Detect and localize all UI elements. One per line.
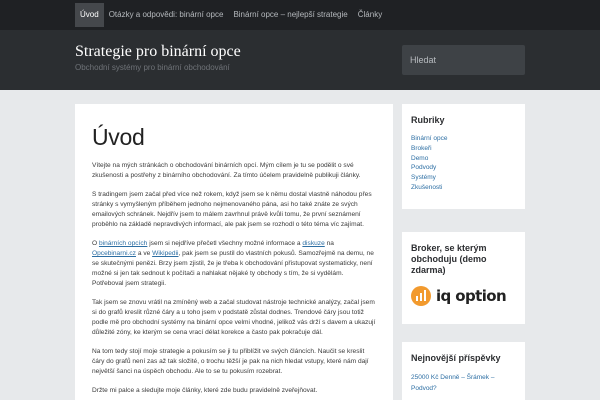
widget-recent-posts: Nejnovější příspěvky 25000 Kč Denně – Šr… xyxy=(402,342,525,400)
text-segment: a ve xyxy=(135,250,153,257)
paragraph-research: O binárních opcích jsem si nejdříve přeč… xyxy=(92,239,376,289)
paragraph-closing: Držte mi palce a sledujte moje články, k… xyxy=(92,387,318,394)
main-content: Úvod Vítejte na mých stránkách o obchodo… xyxy=(75,104,393,400)
iq-option-logo-text: iq option xyxy=(436,287,507,305)
site-tagline: Obchodní systémy pro binární obchodování xyxy=(75,63,230,72)
category-item[interactable]: Demo xyxy=(411,154,516,164)
search-input[interactable] xyxy=(402,45,525,75)
category-item[interactable]: Binární opce xyxy=(411,134,516,144)
page-title: Úvod xyxy=(92,124,145,150)
top-navigation: Úvod Otázky a odpovědi: binární opce Bin… xyxy=(0,0,600,30)
paragraph-start: S tradingem jsem začal před více než rok… xyxy=(92,191,372,228)
widget-title: Rubriky xyxy=(411,115,445,125)
text-segment: O xyxy=(92,240,99,247)
category-item[interactable]: Zkušenosti xyxy=(411,183,516,193)
category-item[interactable]: Systémy xyxy=(411,173,516,183)
nav-item-otazky[interactable]: Otázky a odpovědi: binární opce xyxy=(104,3,229,27)
category-item[interactable]: Brokeři xyxy=(411,144,516,154)
paragraph-analysis: Tak jsem se znovu vrátil na zmíněný web … xyxy=(92,299,376,336)
recent-post-item[interactable]: 25000 Kč Denně – Šrámek – xyxy=(411,372,516,383)
link-opcebinarni[interactable]: Opcebinarni.cz xyxy=(92,250,136,257)
nav-item-uvod[interactable]: Úvod xyxy=(75,3,104,27)
link-wikipedie[interactable]: Wikipedii xyxy=(152,250,178,257)
nav-item-clanky[interactable]: Články xyxy=(353,3,387,27)
widget-title: Nejnovější příspěvky xyxy=(411,353,501,363)
recent-posts-list: 25000 Kč Denně – Šrámek – Podvod? xyxy=(411,372,516,394)
paragraph-intro: Vítejte na mých stránkách o obchodování … xyxy=(92,162,361,179)
widget-broker: Broker, se kterým obchoduju (demo zdarma… xyxy=(402,232,525,324)
site-header: Strategie pro binární opce Obchodní syst… xyxy=(0,30,600,90)
site-title[interactable]: Strategie pro binární opce xyxy=(75,43,241,61)
widget-title: Broker, se kterým obchoduju (demo zdarma… xyxy=(411,243,487,275)
link-binarni-opce[interactable]: binárních opcích xyxy=(99,240,147,247)
text-segment: na xyxy=(324,240,334,247)
category-item[interactable]: Podvody xyxy=(411,163,516,173)
iq-option-logo-icon xyxy=(411,286,431,306)
nav-item-strategie[interactable]: Binární opce – nejlepší strategie xyxy=(228,3,352,27)
category-list: Binární opce Brokeři Demo Podvody Systém… xyxy=(411,134,516,193)
widget-categories: Rubriky Binární opce Brokeři Demo Podvod… xyxy=(402,104,525,209)
recent-post-item[interactable]: Podvod? xyxy=(411,383,516,394)
link-diskuze[interactable]: diskuze xyxy=(302,240,324,247)
nav-menu: Úvod Otázky a odpovědi: binární opce Bin… xyxy=(75,3,387,27)
text-segment: jsem si nejdříve přečetl všechny možné i… xyxy=(147,240,303,247)
iq-option-banner[interactable]: iq option xyxy=(411,284,516,308)
paragraph-strategy: Na tom tedy stojí moje strategie a pokus… xyxy=(92,348,369,375)
